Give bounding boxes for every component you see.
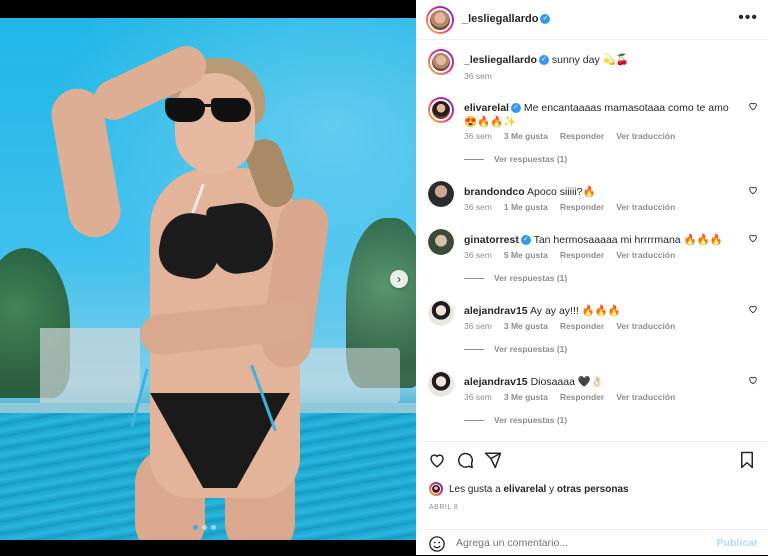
- bookmark-icon[interactable]: [738, 451, 756, 469]
- carousel-dot: [211, 525, 216, 530]
- comment-username[interactable]: alejandrav15: [464, 305, 528, 317]
- media-pane: ›: [0, 0, 416, 555]
- verified-badge-icon: ✓: [538, 55, 549, 66]
- heart-icon[interactable]: [748, 375, 758, 385]
- view-replies-button[interactable]: Ver respuestas (1): [464, 415, 567, 425]
- post-side-panel: _lesliegallardo ✓ ••• _lesliegallardo ✓ su…: [416, 0, 768, 555]
- emoji-icon[interactable]: [428, 535, 446, 553]
- reply-button[interactable]: Responder: [560, 131, 604, 141]
- translate-button[interactable]: Ver traducción: [616, 131, 675, 141]
- heart-icon[interactable]: [428, 451, 446, 469]
- heart-icon[interactable]: [748, 304, 758, 314]
- likes-summary: Les gusta a elivarelal y otras personas: [429, 482, 629, 496]
- reply-button[interactable]: Responder: [560, 321, 604, 331]
- post-header: _lesliegallardo ✓ •••: [416, 0, 768, 40]
- post-modal: › _lesliegallardo ✓ ••• _lesliegallardo ✓: [0, 0, 768, 555]
- comment-text: Diosaaaa 🖤👌🏻: [530, 376, 604, 388]
- reply-button[interactable]: Responder: [560, 392, 604, 402]
- comment-username[interactable]: elivarelal: [464, 102, 509, 114]
- caption-row: _lesliegallardo ✓ sunny day 💫🍒 36 sem: [428, 49, 758, 89]
- caption-text: sunny day 💫🍒: [551, 54, 629, 66]
- comment-username[interactable]: ginatorrest: [464, 234, 519, 246]
- view-replies-button[interactable]: Ver respuestas (1): [464, 344, 567, 354]
- comment-icon[interactable]: [456, 451, 474, 469]
- comment-likes[interactable]: 3 Me gusta: [504, 392, 548, 402]
- translate-button[interactable]: Ver traducción: [616, 392, 675, 402]
- comment-time[interactable]: 36 sem: [464, 321, 492, 331]
- comment-likes[interactable]: 5 Me gusta: [504, 250, 548, 260]
- caption-username[interactable]: _lesliegallardo: [464, 54, 537, 66]
- translate-button[interactable]: Ver traducción: [616, 202, 675, 212]
- comment-composer: Publicar: [416, 529, 768, 556]
- verified-badge-icon: ✓: [510, 103, 521, 114]
- comment-time[interactable]: 36 sem: [464, 392, 492, 402]
- likes-others-link[interactable]: otras personas: [557, 484, 629, 495]
- comment-username[interactable]: brandondco: [464, 186, 525, 198]
- post-date[interactable]: ABRIL 8: [429, 504, 458, 511]
- post-photo: [0, 18, 416, 540]
- heart-icon[interactable]: [748, 101, 758, 111]
- publish-button[interactable]: Publicar: [717, 537, 758, 549]
- next-slide-button[interactable]: ›: [390, 270, 408, 288]
- comment-time[interactable]: 36 sem: [464, 250, 492, 260]
- comment-text: Tan hermosaaaaa mi hrrrrmana 🔥🔥🔥: [533, 234, 723, 246]
- verified-badge-icon: ✓: [540, 14, 551, 25]
- comment-row: elivarelal ✓ Me encantaaaas mamasotaaa co…: [428, 97, 758, 167]
- comment-username[interactable]: alejandrav15: [464, 376, 528, 388]
- reply-button[interactable]: Responder: [560, 202, 604, 212]
- translate-button[interactable]: Ver traducción: [616, 321, 675, 331]
- chevron-right-icon: ›: [397, 272, 401, 286]
- comment-time[interactable]: 36 sem: [464, 131, 492, 141]
- comment-likes[interactable]: 1 Me gusta: [504, 202, 548, 212]
- author-avatar[interactable]: [426, 6, 454, 34]
- comment-row: ginatorrest ✓ Tan hermosaaaaa mi hrrrrman…: [428, 229, 758, 289]
- verified-badge-icon: ✓: [520, 235, 531, 246]
- comment-likes[interactable]: 3 Me gusta: [504, 321, 548, 331]
- caption-time[interactable]: 36 sem: [464, 71, 492, 81]
- carousel-dot: [202, 525, 207, 530]
- comment-time[interactable]: 36 sem: [464, 202, 492, 212]
- post-actions: Les gusta a elivarelal y otras personas …: [416, 441, 768, 555]
- likes-user-link[interactable]: elivarelal: [504, 484, 547, 495]
- carousel-dot: [193, 525, 198, 530]
- comment-text: Apoco siiiii?🔥: [527, 186, 596, 198]
- view-replies-button[interactable]: Ver respuestas (1): [464, 273, 567, 283]
- reply-button[interactable]: Responder: [560, 250, 604, 260]
- comment-row: alejandrav15 Ay ay ay!!! 🔥🔥🔥 36 sem 3 Me…: [428, 300, 758, 360]
- carousel-indicator: [193, 525, 216, 530]
- share-icon[interactable]: [484, 451, 502, 469]
- comments-list: _lesliegallardo ✓ sunny day 💫🍒 36 sem eli…: [416, 41, 768, 441]
- comment-input[interactable]: [456, 537, 706, 549]
- translate-button[interactable]: Ver traducción: [616, 250, 675, 260]
- heart-icon[interactable]: [748, 233, 758, 243]
- comment-row: alejandrav15 Diosaaaa 🖤👌🏻 36 sem 3 Me gu…: [428, 371, 758, 431]
- view-replies-button[interactable]: Ver respuestas (1): [464, 154, 567, 164]
- author-username[interactable]: _lesliegallardo: [462, 13, 538, 25]
- comment-likes[interactable]: 3 Me gusta: [504, 131, 548, 141]
- comment-row: brandondco Apoco siiiii?🔥 36 sem 1 Me gu…: [428, 181, 758, 221]
- more-options-icon[interactable]: •••: [738, 10, 758, 26]
- heart-icon[interactable]: [748, 185, 758, 195]
- comment-text: Ay ay ay!!! 🔥🔥🔥: [529, 305, 621, 317]
